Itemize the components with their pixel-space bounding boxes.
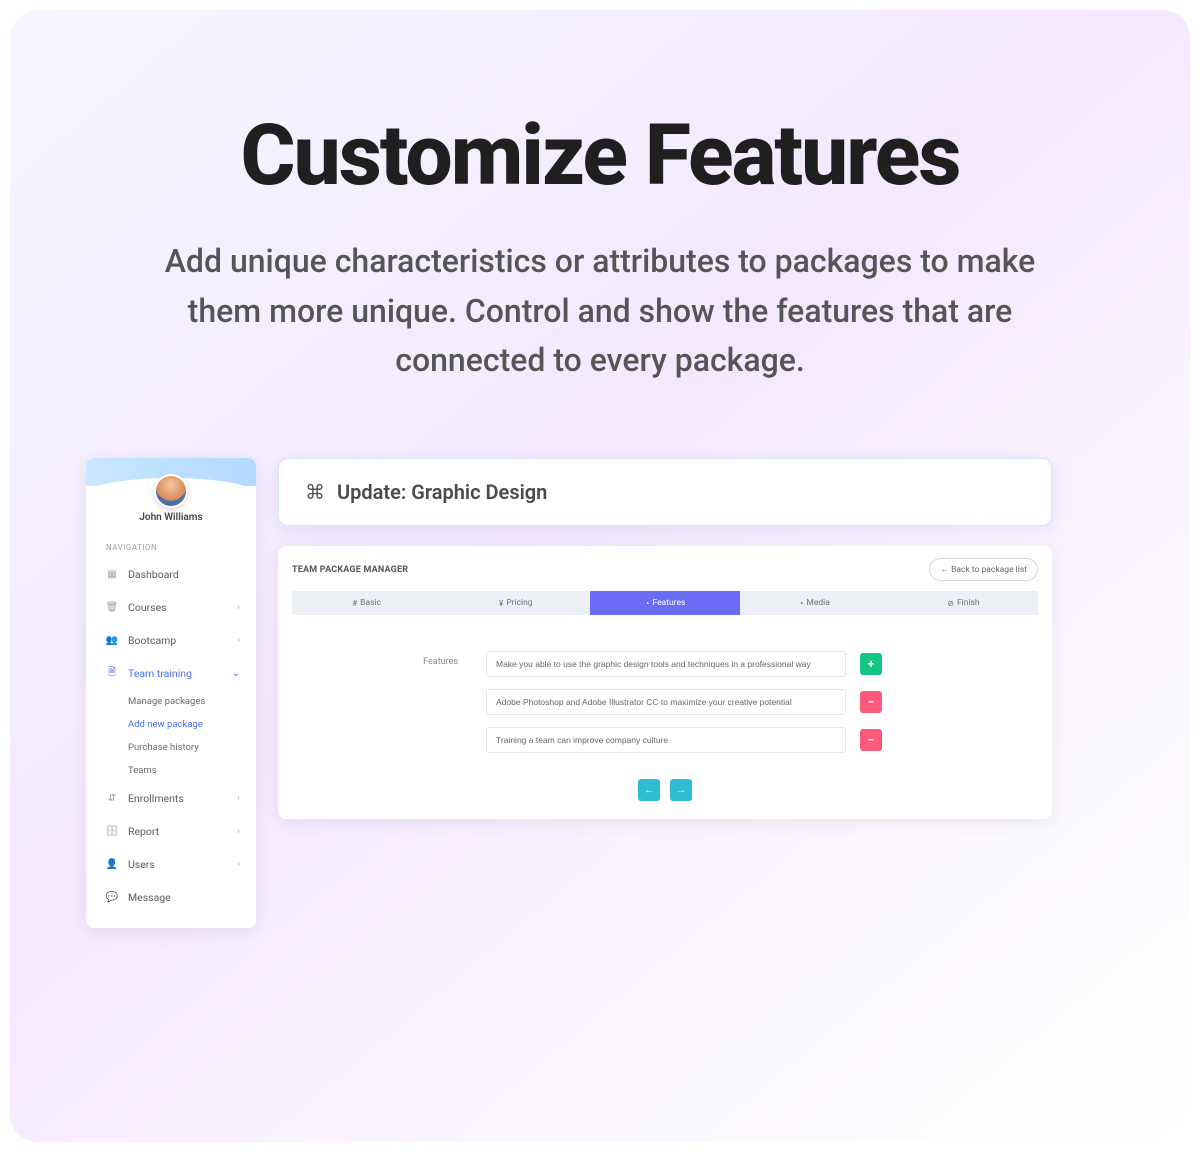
back-button-label: Back to package list [951,565,1027,575]
grid-icon: ▦ [106,569,118,581]
sidebar-item-label: Report [128,825,159,838]
sidebar-submenu: Manage packages Add new package Purchase… [86,690,256,782]
sidebar-item-label: Enrollments [128,792,184,805]
add-feature-button[interactable]: + [860,653,882,675]
sidebar-item-enrollments[interactable]: ⇵ Enrollments › [86,782,256,815]
message-icon: 💬 [106,892,118,904]
user-name: John Williams [86,512,256,523]
yen-icon: ¥ [499,599,503,608]
sidebar-item-users[interactable]: 👤 Users › [86,848,256,881]
sidebar-item-team-training[interactable]: 🗎 Team training ⌄ [86,657,256,690]
sidebar-item-label: Bootcamp [128,634,176,647]
hierarchy-icon: ⇵ [106,793,118,805]
people-icon: 👥 [106,635,118,647]
sidebar: John Williams NAVIGATION ▦ Dashboard 🗑 C… [86,458,256,928]
tab-label: Finish [957,598,980,608]
sidebar-item-label: Message [128,891,171,904]
tab-label: Media [806,598,829,608]
chevron-right-icon: › [237,793,240,804]
tab-basic[interactable]: # Basic [292,591,441,615]
sidebar-item-message[interactable]: 💬 Message [86,881,256,914]
tab-label: Features [652,598,685,608]
basket-icon: 🗑 [106,602,118,614]
chevron-down-icon: ⌄ [232,668,240,679]
back-to-package-list-button[interactable]: ← Back to package list [929,558,1038,581]
feature-input-2[interactable] [486,689,846,715]
sidebar-item-label: Dashboard [128,568,179,581]
users-icon: 👤 [106,859,118,871]
update-title-text: Update: Graphic Design [337,480,547,504]
chevron-right-icon: › [237,635,240,646]
features-label: Features [404,651,458,667]
prev-step-button[interactable]: ← [638,779,660,801]
sidebar-item-label: Team training [128,667,192,680]
sidebar-item-label: Courses [128,601,167,614]
document-icon: 🗎 [106,668,118,680]
sidebar-item-report[interactable]: 🗄 Report › [86,815,256,848]
check-icon: ⊘ [947,599,954,608]
hash-icon: # [352,599,357,608]
hero-subtitle: Add unique characteristics or attributes… [150,237,1050,386]
arrow-left-icon: ← [644,785,654,796]
update-title-panel: ⌘ Update: Graphic Design [278,458,1052,526]
hero-title: Customize Features [10,106,1190,205]
sidebar-item-label: Users [128,858,155,871]
command-icon: ⌘ [305,480,325,504]
chevron-right-icon: › [237,826,240,837]
feature-input-1[interactable] [486,651,846,677]
tab-features[interactable]: ◔ Features [590,591,739,615]
arrow-right-icon: → [676,785,686,796]
package-manager-panel: TEAM PACKAGE MANAGER ← Back to package l… [278,546,1052,819]
next-step-button[interactable]: → [670,779,692,801]
clock-icon: ◔ [645,599,650,608]
avatar[interactable] [154,474,188,508]
remove-feature-button[interactable]: − [860,729,882,751]
panel-title: TEAM PACKAGE MANAGER [292,565,408,575]
clock-icon: ◔ [799,599,804,608]
sidebar-subitem-purchase-history[interactable]: Purchase history [128,736,256,759]
nav-heading: NAVIGATION [86,543,256,558]
chevron-right-icon: › [237,859,240,870]
tab-finish[interactable]: ⊘ Finish [889,591,1038,615]
arrow-left-icon: ← [940,565,949,575]
tab-media[interactable]: ◔ Media [740,591,889,615]
tab-pricing[interactable]: ¥ Pricing [441,591,590,615]
sidebar-subitem-add-new-package[interactable]: Add new package [128,713,256,736]
sidebar-item-dashboard[interactable]: ▦ Dashboard [86,558,256,591]
wizard-tabs: # Basic ¥ Pricing ◔ Features ◔ Media [292,591,1038,615]
tab-label: Pricing [506,598,532,608]
sidebar-item-courses[interactable]: 🗑 Courses › [86,591,256,624]
chevron-right-icon: › [237,602,240,613]
sidebar-item-bootcamp[interactable]: 👥 Bootcamp › [86,624,256,657]
sidebar-subitem-teams[interactable]: Teams [128,759,256,782]
archive-icon: 🗄 [106,826,118,838]
tab-label: Basic [360,598,381,608]
feature-input-3[interactable] [486,727,846,753]
remove-feature-button[interactable]: − [860,691,882,713]
sidebar-subitem-manage-packages[interactable]: Manage packages [128,690,256,713]
